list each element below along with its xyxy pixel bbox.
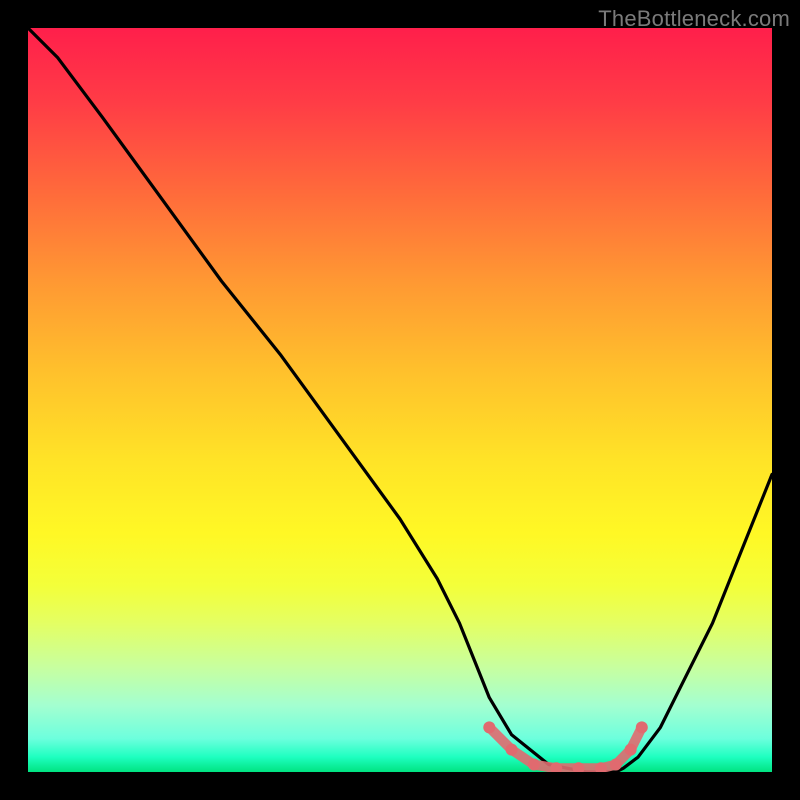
accent-dot bbox=[625, 744, 637, 756]
accent-dot bbox=[636, 721, 648, 733]
curve-line bbox=[28, 28, 772, 772]
accent-dot bbox=[483, 721, 495, 733]
plot-svg bbox=[28, 28, 772, 772]
plot-area bbox=[28, 28, 772, 772]
accent-dot bbox=[528, 759, 540, 771]
accent-dot bbox=[506, 744, 518, 756]
watermark-text: TheBottleneck.com bbox=[598, 6, 790, 32]
accent-dot bbox=[610, 759, 622, 771]
chart-frame: TheBottleneck.com bbox=[0, 0, 800, 800]
